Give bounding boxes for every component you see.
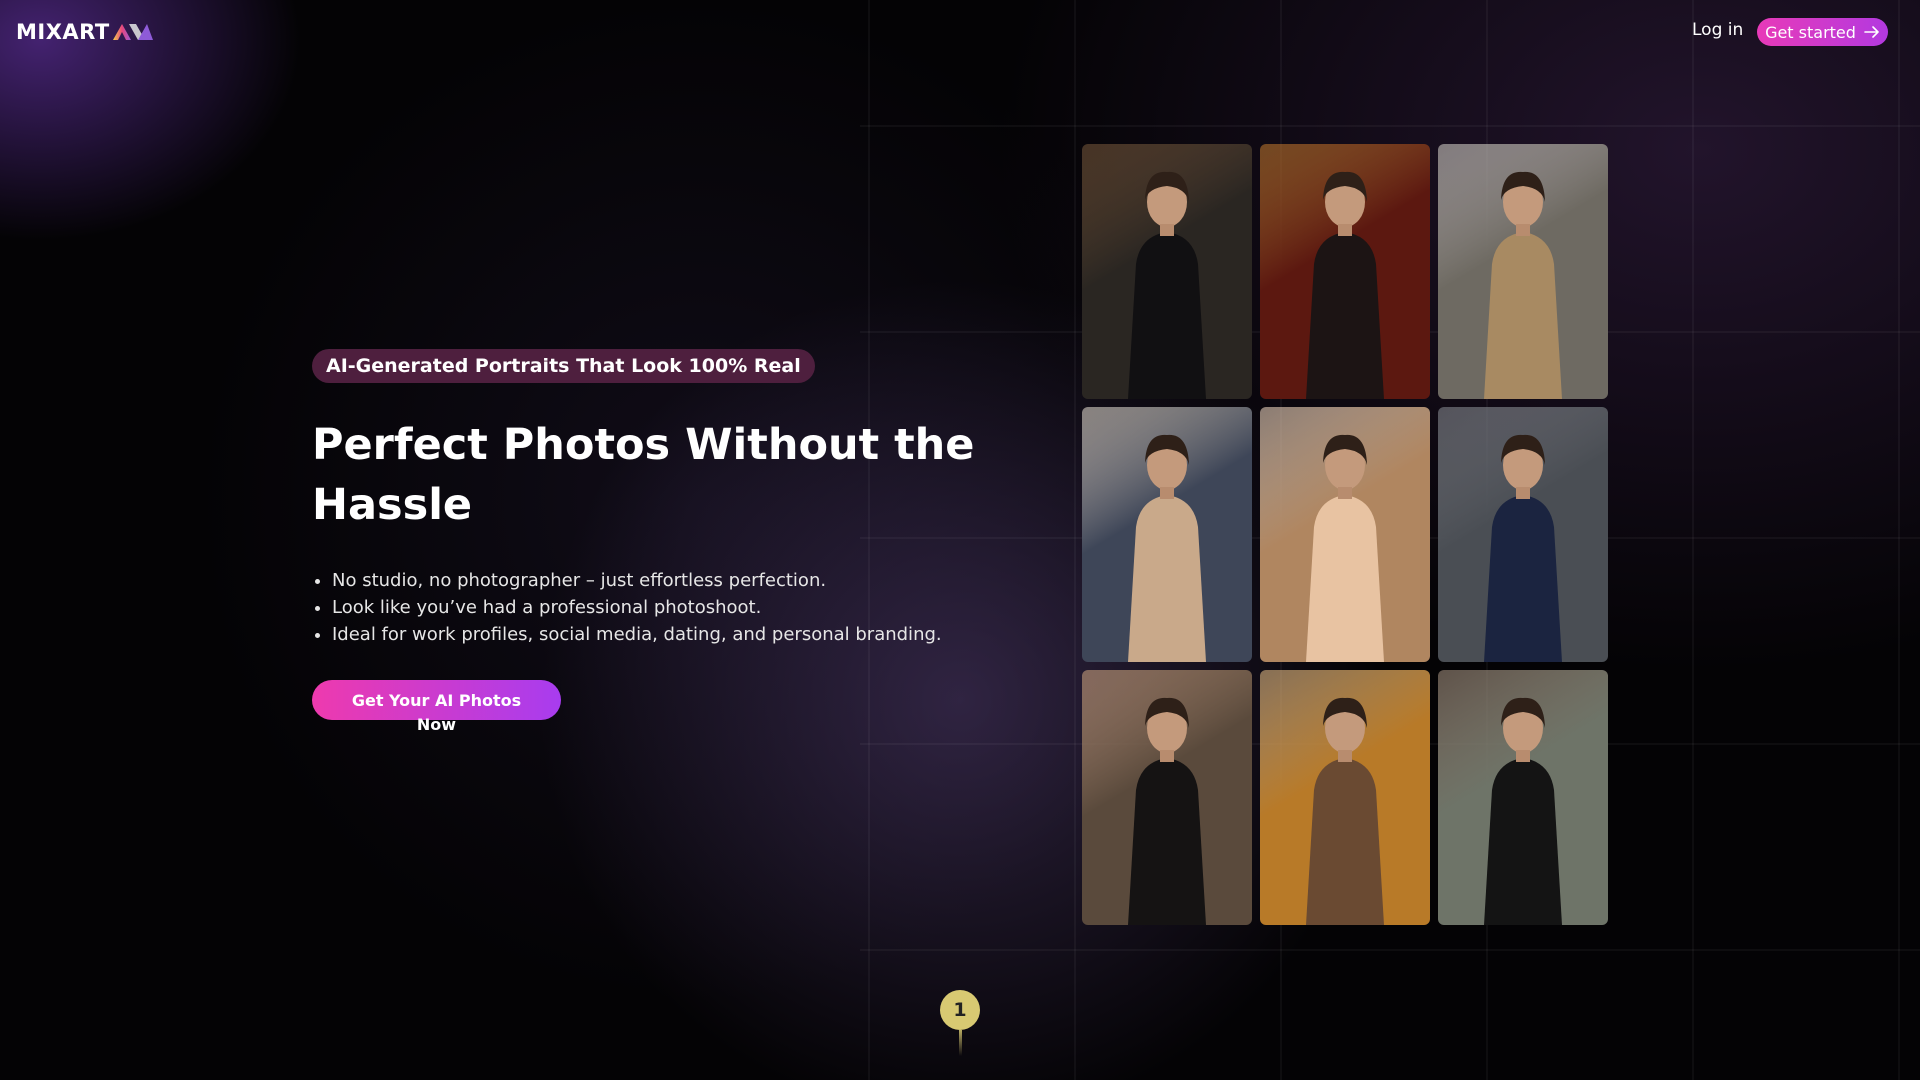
landing-page: MIXART Log in Get started AI-Generated P… xyxy=(0,0,1920,1080)
portrait-photo[interactable] xyxy=(1082,670,1252,925)
grid-line xyxy=(860,949,1920,951)
portrait-image xyxy=(1082,407,1252,662)
portrait-photo[interactable] xyxy=(1260,670,1430,925)
step-marker-stem xyxy=(959,1030,962,1056)
step-marker-number: 1 xyxy=(940,990,980,1030)
get-started-label: Get started xyxy=(1765,22,1856,42)
get-ai-photos-label-line2: Now xyxy=(416,715,457,734)
hero-bullet: Look like you’ve had a professional phot… xyxy=(332,594,942,621)
portrait-image xyxy=(1082,144,1252,399)
logo-mark-icon xyxy=(112,24,153,40)
login-link[interactable]: Log in xyxy=(1692,20,1743,40)
portrait-image xyxy=(1260,407,1430,662)
get-ai-photos-label-line1: Get Your AI Photos xyxy=(351,691,522,710)
grid-line xyxy=(860,125,1920,127)
hero-bullet-list: No studio, no photographer – just effort… xyxy=(312,567,942,648)
logo[interactable]: MIXART xyxy=(16,20,154,44)
grid-line xyxy=(1898,0,1900,1080)
step-marker[interactable]: 1 xyxy=(940,990,980,1056)
grid-line xyxy=(1692,0,1694,1080)
portrait-photo[interactable] xyxy=(1260,144,1430,399)
portrait-image xyxy=(1260,670,1430,925)
portrait-photo[interactable] xyxy=(1438,670,1608,925)
get-ai-photos-label: Get Your AI Photos Now xyxy=(312,689,561,737)
logo-text: MIXART xyxy=(16,20,110,44)
hero-bullet: No studio, no photographer – just effort… xyxy=(332,567,942,594)
portrait-gallery xyxy=(1082,144,1609,926)
portrait-photo[interactable] xyxy=(1082,407,1252,662)
hero-headline: Perfect Photos Without the Hassle xyxy=(312,420,975,530)
portrait-photo[interactable] xyxy=(1438,407,1608,662)
portrait-image xyxy=(1438,407,1608,662)
hero-bullet: Ideal for work profiles, social media, d… xyxy=(332,621,942,648)
hero-badge: AI-Generated Portraits That Look 100% Re… xyxy=(312,349,815,383)
arrow-right-icon xyxy=(1864,26,1879,38)
portrait-image xyxy=(1438,670,1608,925)
portrait-image xyxy=(1438,144,1608,399)
portrait-image xyxy=(1260,144,1430,399)
portrait-photo[interactable] xyxy=(1438,144,1608,399)
grid-line xyxy=(868,0,870,1080)
portrait-image xyxy=(1082,670,1252,925)
portrait-photo[interactable] xyxy=(1260,407,1430,662)
portrait-photo[interactable] xyxy=(1082,144,1252,399)
grid-line xyxy=(1074,0,1076,1080)
get-started-button[interactable]: Get started xyxy=(1757,18,1888,46)
